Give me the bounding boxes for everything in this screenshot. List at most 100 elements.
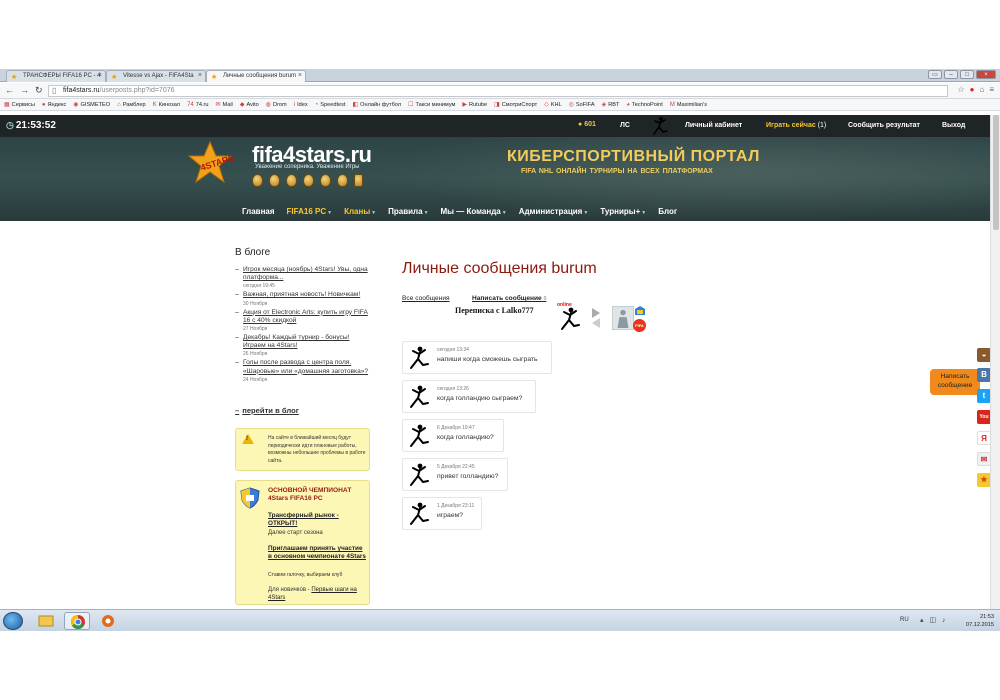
all-messages-link[interactable]: Все сообщения [402,295,450,302]
bookmark-item[interactable]: ☐ Такси минимум [408,101,455,109]
bookmark-item[interactable]: ▶ Rutube [462,101,487,109]
youtube-icon[interactable]: You [977,410,991,424]
companion-avatar-icon[interactable] [556,306,582,332]
blog-list: – Игрок месяца (ноябрь) 4Stars! Увы, одна… [235,266,370,385]
close-tab-icon[interactable]: × [298,72,302,79]
sender-avatar-icon[interactable] [405,423,431,449]
bookmark-item[interactable]: ◇ KHL [544,101,562,109]
bookmark-item[interactable]: ✉ Mail [215,101,233,109]
user-avatar-icon[interactable] [648,116,670,136]
menu-icon[interactable]: ≡ [989,85,994,94]
join-championship-link[interactable]: Приглашаем принять участие в основном че… [268,545,368,561]
yandex-icon[interactable]: Я [977,431,991,445]
extension-icon[interactable]: ⌂ [979,85,984,94]
logout-link[interactable]: Выход [942,122,965,129]
chevron-down-icon: ▼ [327,210,333,216]
medal-icon [269,174,280,187]
sender-avatar-icon[interactable] [405,462,431,488]
write-message-widget[interactable]: Написать сообщение [930,369,980,395]
messages-link[interactable]: ЛС [620,122,630,129]
app-taskbar-button[interactable] [95,612,121,630]
my-avatar[interactable] [612,306,634,330]
browser-tab-active[interactable]: ★ Личные сообщения burum × [206,70,306,82]
nav-item[interactable]: Администрация▼ [519,207,589,216]
twitter-icon[interactable]: t [977,389,991,403]
nav-item[interactable]: Турниры+▼ [600,207,646,216]
blog-post-link[interactable]: Акция от Electronic Arts: купить игру FI… [243,309,370,325]
bookmark-item[interactable]: ◨ СмотриСпорт [494,101,537,109]
bookmark-item[interactable]: ● Яндекс [42,102,66,108]
bookmark-icon: ◍ [265,102,272,108]
medal-icon [252,174,263,187]
blog-post-item: – Важная, приятная новость! Новичкам! 30 Н… [235,291,370,306]
explorer-taskbar-button[interactable] [33,612,59,630]
url-input[interactable]: ▯ fifa4stars.ru/userposts.php?id=7076 [48,85,948,97]
go-to-blog-link[interactable]: – перейти в блог [235,406,299,415]
bookmark-item[interactable]: K Кинозал [153,102,180,108]
star-favicon-icon: ★ [11,74,18,81]
blog-post-link[interactable]: Важная, приятная новость! Новичкам! [243,291,370,299]
write-message-link[interactable]: Написать сообщение 0 [472,295,546,302]
minimize-icon[interactable]: – [944,70,958,79]
reload-icon[interactable]: ↻ [35,85,43,96]
bookmark-star-icon[interactable]: ☆ [957,85,964,94]
keyboard-language[interactable]: RU [900,617,909,623]
bookmark-item[interactable]: 74 74.ru [187,102,208,108]
report-result-link[interactable]: Сообщить результат [848,122,920,129]
forward-icon[interactable]: → [20,85,29,95]
back-icon[interactable]: ← [5,85,14,95]
bookmark-item[interactable]: ⌂ Рамблер [117,102,146,108]
bookmark-item[interactable]: ◔ Speedtest [315,102,346,108]
chevron-down-icon: ▼ [501,210,507,216]
bookmark-icon: ◇ [544,102,549,108]
play-now-link[interactable]: Играть сейчас (1) [766,122,826,129]
bookmark-icon: ✉ [215,102,221,108]
blog-post-link[interactable]: Декабрь! Каждый турнир - бонусы! Играем … [243,334,370,350]
browser-tab[interactable]: ★ ТРАНСФЕРЫ FIFA16 PC - 4 × [6,70,106,82]
nav-item[interactable]: Правила▼ [388,207,428,216]
bookmark-icon: ● [41,101,46,108]
bookmark-item[interactable]: ◎ SoFIFA [569,101,595,109]
nav-item[interactable]: Главная [242,207,275,216]
vk-icon[interactable]: В [977,368,991,382]
chrome-taskbar-button[interactable] [64,612,90,630]
maximize-icon[interactable]: □ [960,70,974,79]
star-logo-icon[interactable]: 4STARS [188,140,248,188]
close-tab-icon[interactable]: × [198,72,202,79]
sender-avatar-icon[interactable] [405,345,431,371]
personal-cabinet-link[interactable]: Личный кабинет [685,122,742,129]
browser-tab[interactable]: ★ Vitesse vs Ajax - FIFA4Sta × [106,70,206,82]
tray-icons[interactable]: ▴ ◫ ♪ [920,616,948,624]
hat-icon[interactable]: ◒ [977,348,991,362]
nav-item[interactable]: FIFA16 PC▼ [287,207,333,216]
scrollbar-thumb[interactable] [993,115,999,230]
start-button[interactable] [3,612,23,630]
bookmark-item[interactable]: ▦ Сервисы [4,101,35,109]
tray-clock[interactable]: 21:53 07.12.2015 [966,613,994,629]
sender-avatar-icon[interactable] [405,384,431,410]
bookmark-item[interactable]: ◆ Avito [240,101,259,109]
close-window-icon[interactable]: × [976,70,996,79]
blog-post-link[interactable]: Игрок месяца (ноябрь) 4Stars! Увы, одна … [243,266,370,282]
sender-avatar-icon[interactable] [405,501,431,527]
transfer-market-link[interactable]: Трансферный рынок - ОТКРЫТ! [268,512,368,528]
user-icon[interactable]: ▭ [928,70,942,79]
bookmark-item[interactable]: ◕ TechnoPoint [626,102,662,108]
opera-icon[interactable]: ● [970,85,975,94]
nav-item[interactable]: Кланы▼ [344,207,376,216]
bookmark-item[interactable]: i Idex [294,102,308,108]
bookmark-item[interactable]: ◈ RBT [602,101,620,109]
bookmark-item[interactable]: M Maximilian's [670,102,707,108]
favorite-star-icon[interactable]: ★ [977,473,991,487]
page-scrollbar[interactable] [990,115,1000,609]
bookmark-item[interactable]: ◧ Онлайн футбол [352,101,401,109]
close-tab-icon[interactable]: × [98,72,102,79]
nav-item[interactable]: Блог [658,207,677,216]
nav-item[interactable]: Мы — Команда▼ [441,207,507,216]
bookmark-item[interactable]: ◉ GISMETEO [73,101,110,109]
bookmark-item[interactable]: ◍ Drom [265,101,287,109]
blog-post-link[interactable]: Голы после развода с центра поля. «Шаров… [243,359,370,375]
mail-icon[interactable]: ✉ [977,452,991,466]
chevron-down-icon: ▼ [371,210,377,216]
coin-balance[interactable]: ● 601 [578,121,596,128]
